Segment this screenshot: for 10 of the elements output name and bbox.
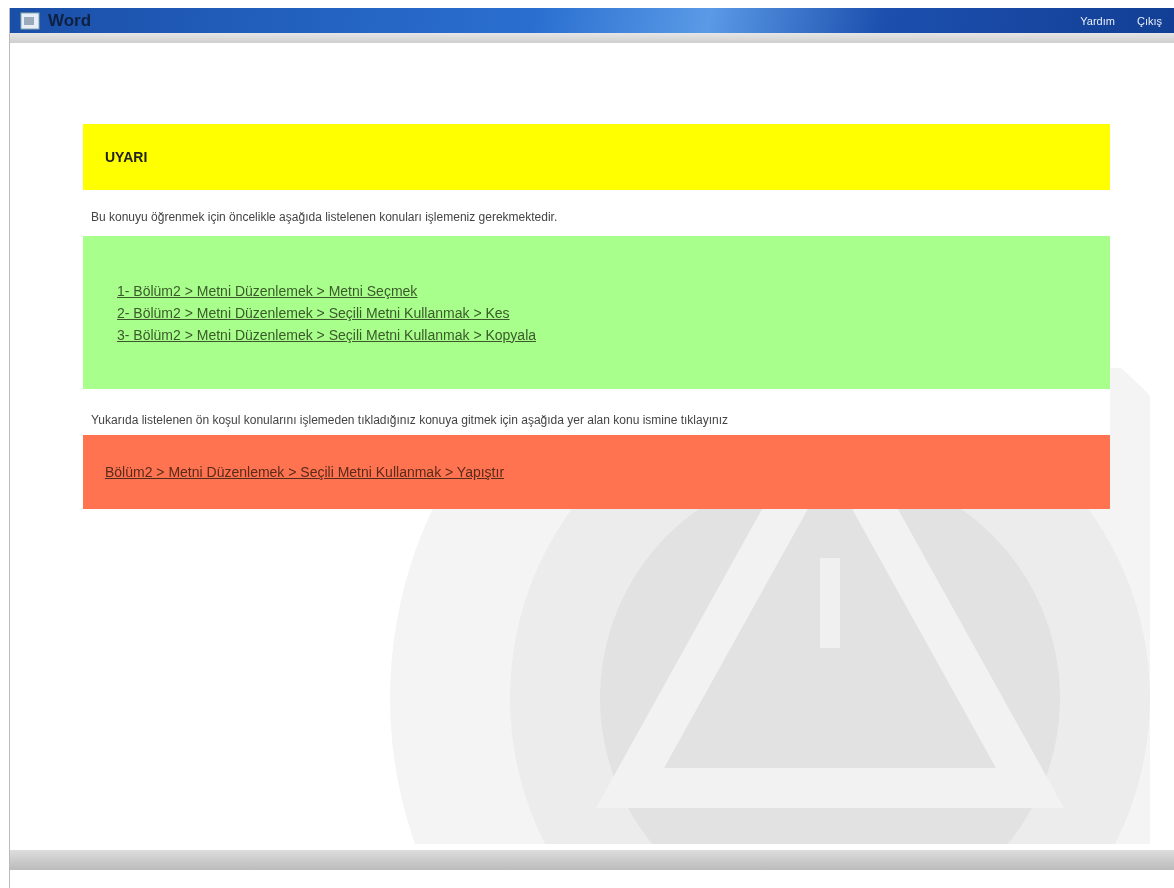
document-icon (20, 11, 40, 30)
prerequisite-link[interactable]: 1- Bölüm2 > Metni Düzenlemek > Metni Seçmek (117, 282, 418, 299)
prerequisite-link[interactable]: 3- Bölüm2 > Metni Düzenlemek > Seçili Metni Kullanmak > Kopyala (117, 326, 537, 343)
app-logo: Word (48, 10, 92, 31)
header-link[interactable]: Çıkış (1136, 14, 1162, 27)
warning-title: UYARI (105, 149, 148, 165)
header-link[interactable]: Yardım (1080, 14, 1115, 27)
intro-text: Bu konuyu öğrenmek için öncelikle aşağıda listelenen konuları işlemeniz gerekmektedir. (90, 209, 559, 226)
prerequisite-link[interactable]: 2- Bölüm2 > Metni Düzenlemek > Seçili Metni Kullanmak > Kes (117, 304, 510, 321)
topic-link[interactable]: Bölüm2 > Metni Düzenlemek > Seçili Metni Kullanmak > Yapıştır (105, 464, 505, 480)
